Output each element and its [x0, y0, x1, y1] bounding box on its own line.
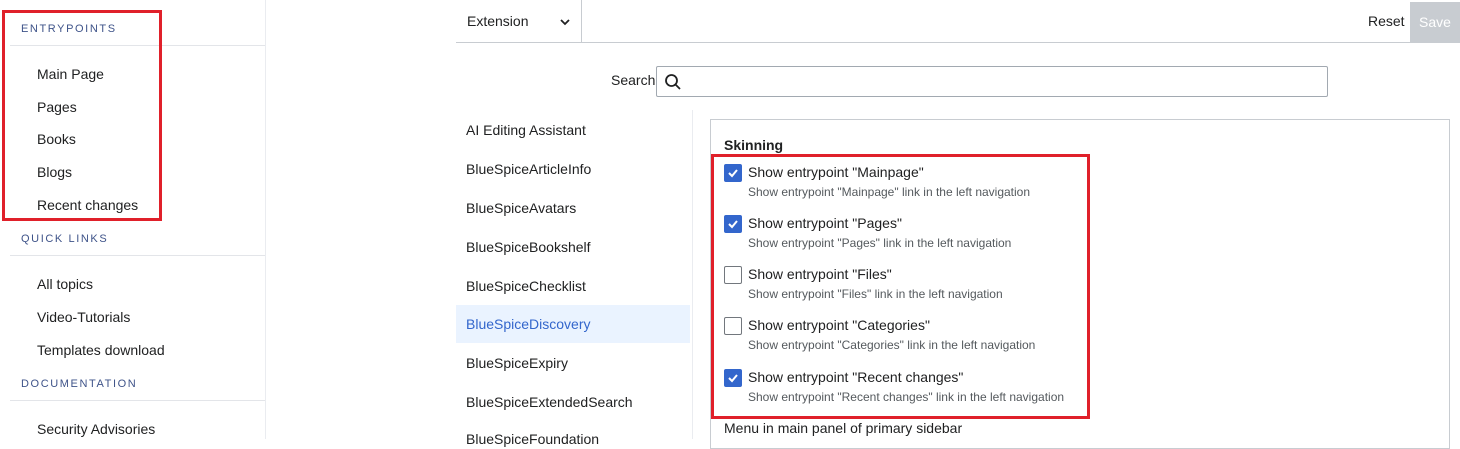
- search-label: Search: [611, 72, 656, 88]
- sidebar-item-all-topics[interactable]: All topics: [37, 276, 93, 292]
- save-button[interactable]: Save: [1410, 2, 1460, 42]
- extension-item-ai-editing-assistant[interactable]: AI Editing Assistant: [456, 111, 690, 149]
- search-input[interactable]: [689, 69, 1323, 95]
- extension-item-bluespice-avatars[interactable]: BlueSpiceAvatars: [456, 189, 690, 227]
- type-select-value: Extension: [467, 13, 529, 29]
- section-heading-quick-links: QUICK LINKS: [21, 233, 109, 245]
- sidebar-item-security-advisories[interactable]: Security Advisories: [37, 421, 155, 437]
- toolbar: Extension Reset Save: [456, 0, 1460, 43]
- extension-list: AI Editing Assistant BlueSpiceArticleInf…: [456, 110, 693, 439]
- search-icon: [664, 73, 682, 96]
- divider: [10, 255, 265, 256]
- section-heading-documentation: DOCUMENTATION: [21, 378, 138, 390]
- divider: [10, 400, 265, 401]
- sidebar-item-video-tutorials[interactable]: Video-Tutorials: [37, 309, 130, 325]
- reset-button[interactable]: Reset: [1368, 0, 1405, 42]
- panel-title: Skinning: [724, 137, 784, 153]
- extension-item-bluespice-foundation[interactable]: BlueSpiceFoundation: [466, 431, 599, 447]
- extension-item-bluespice-bookshelf[interactable]: BlueSpiceBookshelf: [456, 228, 690, 266]
- chevron-down-icon: [559, 15, 571, 31]
- extension-item-bluespice-checklist[interactable]: BlueSpiceChecklist: [456, 267, 690, 305]
- extension-item-bluespice-discovery[interactable]: BlueSpiceDiscovery: [456, 305, 690, 343]
- highlight-box-entrypoints: [2, 10, 162, 221]
- extension-item-bluespice-extendedsearch[interactable]: BlueSpiceExtendedSearch: [456, 383, 690, 421]
- type-select[interactable]: Extension: [456, 0, 582, 42]
- highlight-box-options: [711, 154, 1090, 419]
- search-field[interactable]: [656, 66, 1328, 97]
- sidebar-item-templates-download[interactable]: Templates download: [37, 342, 165, 358]
- menu-setting-label: Menu in main panel of primary sidebar: [724, 420, 963, 436]
- extension-item-bluespice-articleinfo[interactable]: BlueSpiceArticleInfo: [456, 150, 690, 188]
- extension-item-bluespice-expiry[interactable]: BlueSpiceExpiry: [456, 344, 690, 382]
